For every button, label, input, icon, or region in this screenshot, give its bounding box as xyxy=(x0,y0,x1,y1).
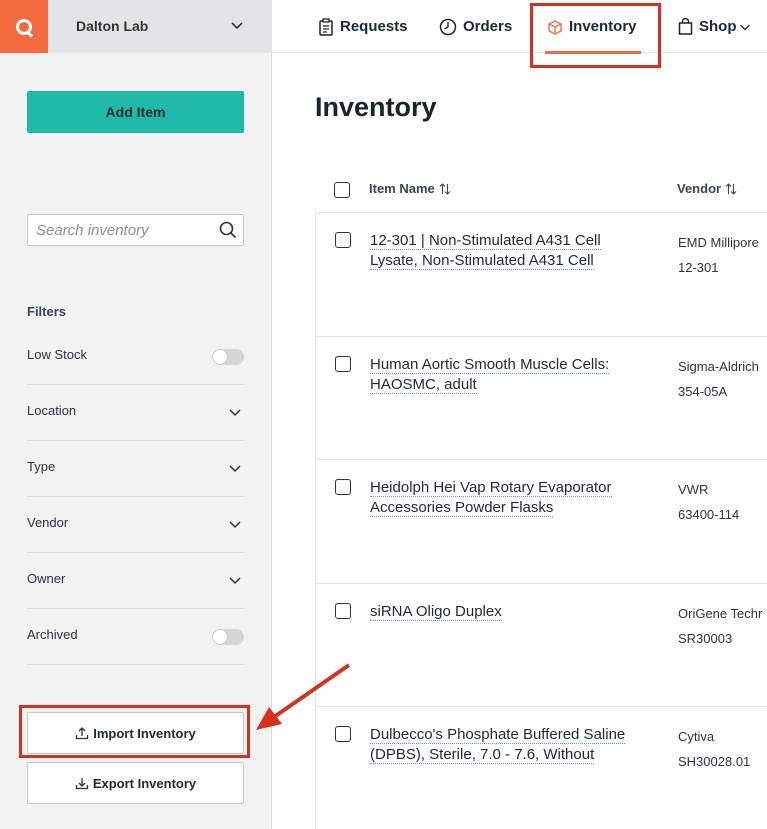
vendor-name: OriGene Techr xyxy=(678,605,763,621)
column-item-name[interactable]: Item Name xyxy=(369,181,451,196)
export-inventory-label: Export Inventory xyxy=(92,775,197,791)
clipboard-icon xyxy=(319,17,333,36)
table-row[interactable]: 12-301 | Non-Stimulated A431 Cell Lysate… xyxy=(315,213,767,337)
chevron-down-icon[interactable] xyxy=(228,518,242,532)
item-name-link[interactable]: 12-301 | Non-Stimulated A431 Cell Lysate… xyxy=(370,231,640,271)
filter-label: Type xyxy=(27,459,56,474)
nav-shop[interactable]: Shop xyxy=(678,0,751,53)
row-checkbox[interactable] xyxy=(335,355,351,372)
chevron-down-icon[interactable] xyxy=(228,462,242,476)
filters-title: Filters xyxy=(27,304,67,319)
nav-orders-label: Orders xyxy=(463,18,513,35)
item-name-line: Lysate, Non-Stimulated A431 Cell xyxy=(370,252,594,270)
vendor-name: Cytiva xyxy=(678,729,715,744)
chevron-down-icon[interactable] xyxy=(739,21,751,33)
item-name-line: Dulbecco's Phosphate Buffered Saline xyxy=(370,726,626,744)
item-name-line: Human Aortic Smooth Muscle Cells: xyxy=(370,355,610,374)
search-box xyxy=(27,214,244,246)
nav-requests[interactable]: Requests xyxy=(318,0,408,53)
nav-orders[interactable]: Orders xyxy=(439,0,512,53)
add-item-button[interactable]: Add Item xyxy=(27,91,244,133)
item-name-link[interactable]: Human Aortic Smooth Muscle Cells: HAOSMC… xyxy=(370,355,640,395)
chevron-down-icon[interactable] xyxy=(228,406,242,420)
item-name-line: (DPBS), Sterile, 7.0 - 7.6, Without xyxy=(370,746,595,764)
table-row[interactable]: Dulbecco's Phosphate Buffered Saline (DP… xyxy=(315,707,767,829)
item-name-line: HAOSMC, adult xyxy=(370,375,477,394)
import-highlight-annotation xyxy=(19,705,250,758)
item-name-line: Heidolph Hei Vap Rotary Evaporator xyxy=(370,479,612,497)
archived-toggle[interactable] xyxy=(212,629,244,645)
filter-location[interactable]: Location xyxy=(27,385,244,441)
annotation-arrow-icon xyxy=(256,663,351,730)
filter-label: Owner xyxy=(27,571,66,586)
filter-label: Archived xyxy=(27,627,78,642)
item-name-link[interactable]: siRNA Oligo Duplex xyxy=(370,602,640,622)
low-stock-toggle[interactable] xyxy=(212,349,244,365)
page-title: Inventory xyxy=(315,92,437,122)
export-inventory-button[interactable]: Export Inventory xyxy=(27,762,244,804)
column-vendor-label: Vendor xyxy=(677,181,722,196)
column-vendor[interactable]: Vendor xyxy=(677,181,737,196)
table-row[interactable]: Human Aortic Smooth Muscle Cells: HAOSMC… xyxy=(315,337,767,460)
lab-switcher[interactable]: Dalton Lab xyxy=(0,0,272,53)
filter-low-stock: Low Stock xyxy=(27,329,244,385)
nav-shop-label: Shop xyxy=(699,18,737,35)
item-name-link[interactable]: Heidolph Hei Vap Rotary Evaporator Acces… xyxy=(370,478,640,518)
vendor-name: Sigma-Aldrich xyxy=(678,358,759,374)
logo-q-icon xyxy=(16,18,32,35)
item-name-line: 12-301 | Non-Stimulated A431 Cell xyxy=(370,232,601,250)
row-checkbox[interactable] xyxy=(335,232,351,248)
chevron-down-icon[interactable] xyxy=(228,574,242,588)
filter-vendor[interactable]: Vendor xyxy=(27,497,244,553)
item-name-line: siRNA Oligo Duplex xyxy=(370,602,502,621)
shopping-bag-icon xyxy=(678,18,693,35)
table-row[interactable]: Heidolph Hei Vap Rotary Evaporator Acces… xyxy=(315,460,767,584)
item-name-link[interactable]: Dulbecco's Phosphate Buffered Saline (DP… xyxy=(370,725,640,765)
clock-icon xyxy=(439,18,457,35)
search-input[interactable] xyxy=(28,215,208,245)
app-logo[interactable] xyxy=(0,0,48,53)
table-header: Item Name Vendor xyxy=(315,165,767,213)
select-all-checkbox[interactable] xyxy=(334,182,350,198)
search-icon[interactable] xyxy=(219,221,237,239)
inventory-table: Item Name Vendor 12-301 | Non-Stimulated… xyxy=(315,165,767,829)
catalog-number: 354-05A xyxy=(678,383,728,399)
filter-label: Location xyxy=(27,403,77,418)
filter-type[interactable]: Type xyxy=(27,441,244,497)
vendor-name: EMD Millipore xyxy=(678,235,759,250)
table-row[interactable]: siRNA Oligo Duplex OriGene Techr SR30003 xyxy=(315,584,767,707)
catalog-number: SH30028.01 xyxy=(678,754,751,769)
filter-label: Vendor xyxy=(27,515,69,530)
filter-label: Low Stock xyxy=(27,347,87,362)
row-checkbox[interactable] xyxy=(335,479,351,495)
column-item-name-label: Item Name xyxy=(369,181,435,196)
sort-icon[interactable] xyxy=(439,182,451,196)
inventory-highlight-annotation xyxy=(530,3,661,68)
vendor-name: VWR xyxy=(678,482,709,497)
chevron-down-icon[interactable] xyxy=(230,19,244,33)
download-icon xyxy=(75,778,88,790)
filter-archived: Archived xyxy=(27,609,244,665)
catalog-number: SR30003 xyxy=(678,630,733,646)
nav-requests-label: Requests xyxy=(340,18,408,35)
catalog-number: 12-301 xyxy=(678,260,719,275)
filter-owner[interactable]: Owner xyxy=(27,553,244,609)
sort-icon[interactable] xyxy=(725,182,737,196)
lab-name: Dalton Lab xyxy=(76,18,149,34)
row-checkbox[interactable] xyxy=(335,602,351,619)
catalog-number: 63400-114 xyxy=(678,507,740,522)
item-name-line: Accessories Powder Flasks xyxy=(370,499,554,517)
